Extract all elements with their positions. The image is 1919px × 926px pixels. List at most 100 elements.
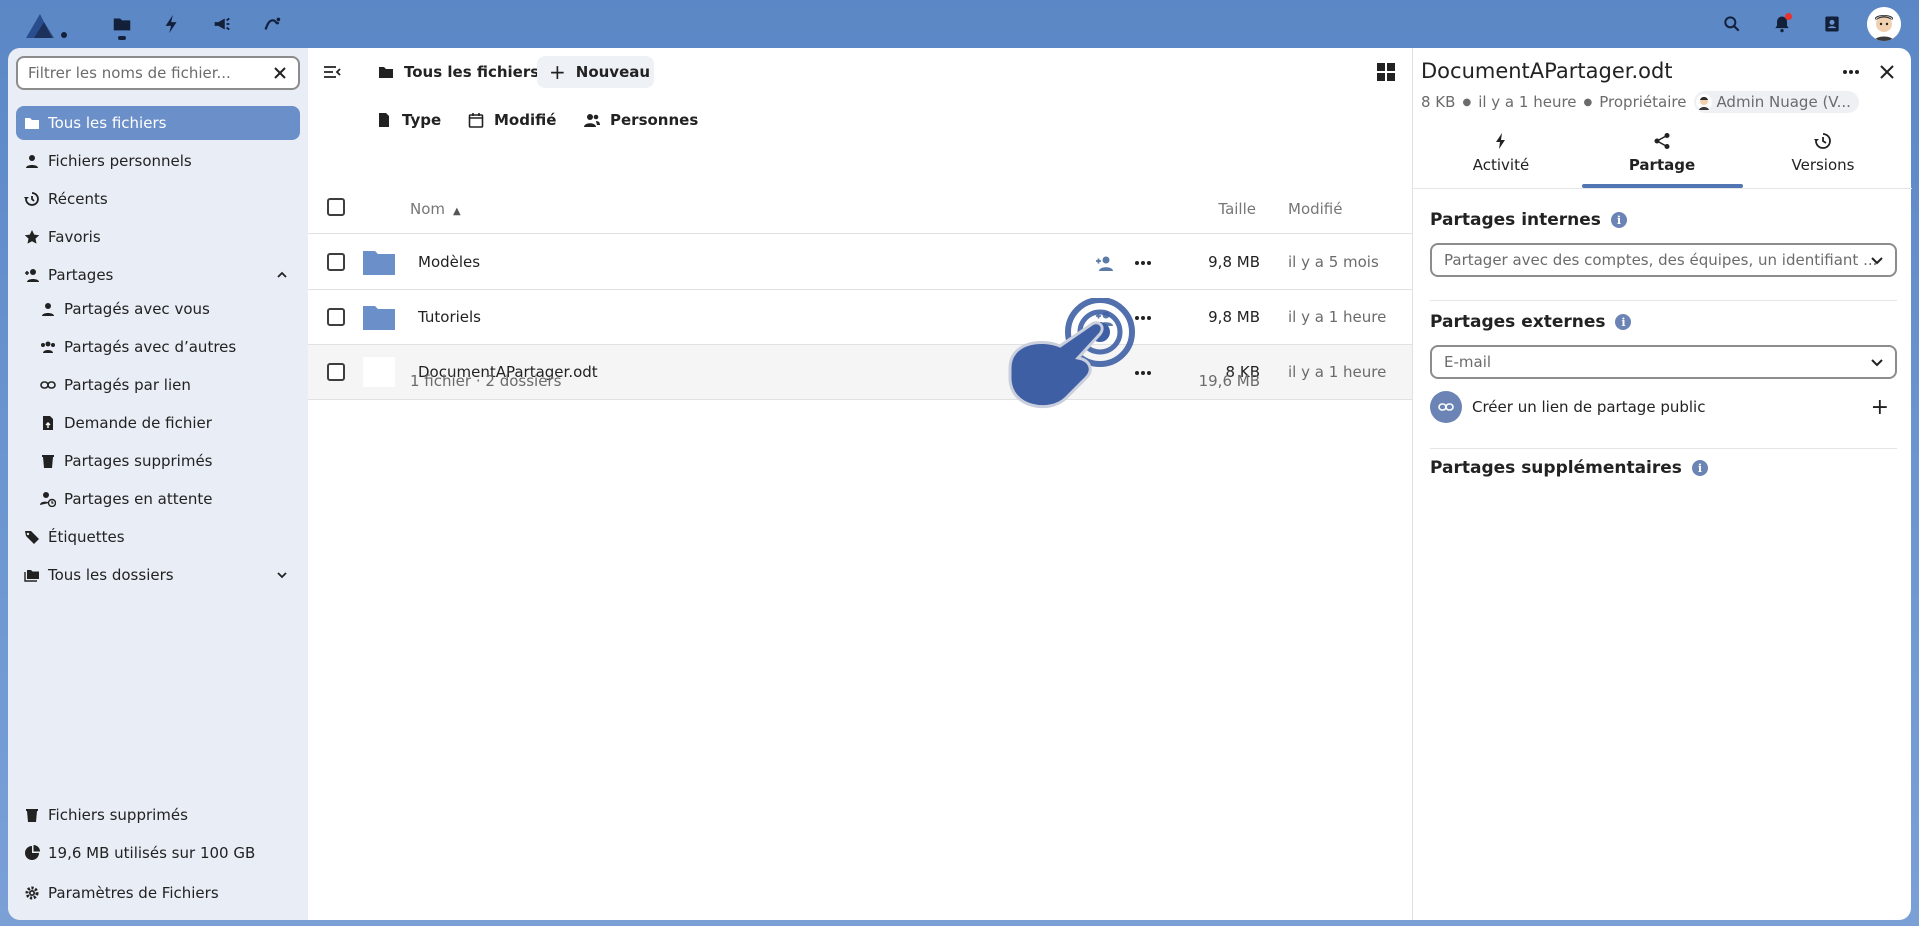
grid-view-icon[interactable] [1376, 62, 1396, 82]
details-size: 8 KB [1421, 93, 1456, 111]
create-public-link-row[interactable]: Créer un lien de partage public + [1430, 390, 1897, 424]
folder-icon [363, 302, 395, 332]
nav-personal-files[interactable]: Fichiers personnels [16, 144, 300, 178]
file-upload-icon [40, 415, 56, 431]
filter-label: Modifié [494, 111, 557, 129]
nav-label: Tous les dossiers [48, 566, 174, 584]
file-name[interactable]: Tutoriels [418, 308, 481, 326]
nav-shares[interactable]: Partages [16, 258, 300, 292]
new-label: Nouveau [575, 63, 651, 81]
plus-icon: + [549, 60, 566, 84]
column-modified-header[interactable]: Modifié [1288, 200, 1343, 218]
separator-dot: ● [1462, 96, 1472, 108]
flow-app-icon[interactable] [260, 12, 284, 36]
user-avatar[interactable] [1867, 7, 1901, 41]
folder-icon [363, 247, 395, 277]
table-row[interactable]: Tutoriels 9,8 MB il y a 1 heure [308, 290, 1412, 345]
file-size: 9,8 MB [1208, 253, 1260, 271]
info-icon[interactable]: i [1610, 212, 1627, 228]
nav-all-folders[interactable]: Tous les dossiers [16, 558, 300, 592]
filter-people-button[interactable]: Personnes [584, 105, 698, 135]
calendar-icon [468, 113, 484, 128]
nav-tags[interactable]: Étiquettes [16, 520, 300, 554]
history-icon [24, 191, 40, 207]
nav-file-request[interactable]: Demande de fichier [16, 406, 300, 440]
notification-dot [1785, 13, 1792, 20]
info-icon[interactable]: i [1615, 314, 1632, 330]
tab-versions[interactable]: Versions [1743, 132, 1903, 188]
filter-filenames-input[interactable]: Filtrer les noms de fichier... [16, 56, 300, 90]
info-icon[interactable]: i [1691, 460, 1708, 476]
row-checkbox[interactable] [327, 308, 345, 326]
tab-sharing[interactable]: Partage [1582, 132, 1742, 188]
nav-deleted-shares[interactable]: Partages supprimés [16, 444, 300, 478]
more-actions-icon[interactable] [1133, 253, 1153, 273]
tab-label: Partage [1628, 156, 1696, 174]
internal-share-search-input[interactable]: Partager avec des comptes, des équipes, … [1430, 243, 1897, 277]
link-icon [1430, 391, 1462, 423]
announcements-app-icon[interactable] [210, 12, 234, 36]
column-name-header[interactable]: Nom ▲ [410, 200, 461, 218]
nav-favorites[interactable]: Favoris [16, 220, 300, 254]
nav-label: Récents [48, 190, 108, 208]
close-icon[interactable] [1877, 62, 1897, 82]
nav-all-files[interactable]: Tous les fichiers [16, 106, 300, 140]
more-actions-icon[interactable] [1841, 62, 1861, 82]
clear-filter-icon[interactable] [270, 63, 290, 83]
external-email-placeholder: E-mail [1444, 353, 1492, 371]
breadcrumb-all-files[interactable]: Tous les fichiers [368, 56, 549, 88]
notifications-bell-icon[interactable] [1770, 12, 1794, 36]
column-size-header[interactable]: Taille [1218, 200, 1256, 218]
files-app-icon[interactable] [110, 12, 134, 36]
owner-chip[interactable]: Admin Nuage (V... [1694, 91, 1859, 113]
external-shares-title: Partages externes i [1430, 312, 1632, 332]
nav-shared-with-you[interactable]: Partagés avec vous [16, 292, 300, 326]
external-email-input[interactable]: E-mail [1430, 345, 1897, 379]
nav-label: Favoris [48, 228, 101, 246]
filter-type-button[interactable]: Type [376, 105, 441, 135]
contacts-icon[interactable] [1820, 12, 1844, 36]
folder-icon [24, 115, 40, 131]
nav-label: Tous les fichiers [48, 114, 167, 132]
chevron-up-icon[interactable] [274, 267, 290, 283]
file-modified: il y a 1 heure [1288, 308, 1387, 326]
details-file-title: DocumentAPartager.odt [1421, 59, 1673, 83]
nav-files-settings[interactable]: Paramètres de Fichiers [16, 876, 300, 910]
new-button[interactable]: + Nouveau [537, 56, 654, 88]
table-row[interactable]: Modèles 9,8 MB il y a 5 mois [308, 235, 1412, 290]
search-icon[interactable] [1720, 12, 1744, 36]
history-icon [1814, 133, 1831, 149]
user-icon [40, 301, 56, 317]
nav-deleted-files[interactable]: Fichiers supprimés [16, 798, 300, 832]
nav-shared-with-others[interactable]: Partagés avec d’autres [16, 330, 300, 364]
activity-icon [1496, 133, 1505, 149]
row-checkbox[interactable] [327, 253, 345, 271]
nav-pending-shares[interactable]: Partages en attente [16, 482, 300, 516]
file-details-sidebar: DocumentAPartager.odt 8 KB ● il y a 1 he… [1412, 48, 1912, 920]
nav-label: Partagés par lien [64, 376, 191, 394]
file-name[interactable]: Modèles [418, 253, 480, 271]
nav-label: Fichiers personnels [48, 152, 192, 170]
nav-label: Étiquettes [48, 528, 125, 546]
toggle-navigation-icon[interactable] [322, 62, 342, 82]
chevron-down-icon[interactable] [1869, 252, 1885, 268]
nav-recent[interactable]: Récents [16, 182, 300, 216]
tab-activity[interactable]: Activité [1421, 132, 1581, 188]
nav-shared-by-link[interactable]: Partagés par lien [16, 368, 300, 402]
internal-share-placeholder: Partager avec des comptes, des équipes, … [1444, 251, 1878, 269]
tab-label: Versions [1791, 156, 1855, 174]
row-checkbox[interactable] [327, 363, 345, 381]
share-user-icon[interactable] [1095, 253, 1115, 273]
activity-app-icon[interactable] [160, 12, 184, 36]
gear-icon [24, 885, 40, 901]
nextcloud-logo-icon[interactable] [22, 10, 70, 40]
section-label: Partages supplémentaires [1430, 458, 1682, 478]
filter-modified-button[interactable]: Modifié [468, 105, 556, 135]
nav-label: Partages supprimés [64, 452, 213, 470]
section-divider [1430, 448, 1897, 449]
select-all-checkbox[interactable] [327, 198, 345, 216]
chevron-down-icon[interactable] [274, 567, 290, 583]
add-public-link-icon[interactable]: + [1871, 395, 1889, 420]
nav-label: Paramètres de Fichiers [48, 884, 219, 902]
chevron-down-icon[interactable] [1869, 354, 1885, 370]
